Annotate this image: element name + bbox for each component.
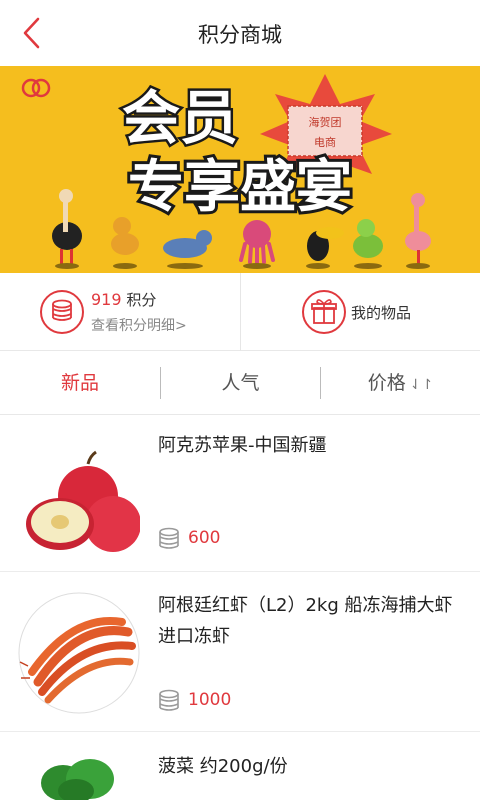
coin-stack-icon [40,290,84,334]
product-name: 菠菜 约200g/份 [158,756,288,777]
gift-icon [302,290,346,334]
product-price: 1000 [188,690,232,710]
points-panel[interactable]: 919 积分 查看积分明细> [0,273,240,351]
product-image-apple [18,434,140,556]
tab-price[interactable]: 价格 ⇃↾ [321,351,480,415]
product-image-spinach [18,753,140,800]
promo-banner[interactable]: Ce 海贺团 电商 会员 专享盛宴 [0,66,480,273]
product-name: 阿根廷红虾（L2）2kg 船冻海捕大虾 进口冻虾 [158,595,453,647]
tab-new[interactable]: 新品 [0,351,160,415]
burst-text-1: 海贺团 [309,115,342,129]
points-balance: 919 积分 [91,289,156,310]
product-item[interactable]: 阿克苏苹果-中国新疆 600 [0,416,480,572]
product-item[interactable]: 菠菜 约200g/份 [0,733,480,800]
product-image-shrimp [18,592,140,714]
product-price: 600 [188,528,221,548]
my-items-panel[interactable]: 我的物品 [241,273,480,351]
burst-text-2: 电商 [314,135,336,149]
page-title: 积分商城 [198,23,282,47]
sort-arrows-icon: ⇃↾ [409,377,434,393]
points-unit: 积分 [126,291,157,309]
tab-popular[interactable]: 人气 [161,351,320,415]
points-value: 919 [91,290,122,309]
account-summary: 919 积分 查看积分明细> 我的物品 [0,273,480,351]
coin-stack-icon [159,689,179,711]
coin-stack-icon [159,527,179,549]
brand-logo: Ce [21,78,51,98]
banner-title-1: 会员 [122,84,238,152]
tab-price-label: 价格 [367,372,406,394]
sort-tabs: 新品 人气 价格 ⇃↾ [0,351,480,415]
product-name: 阿克苏苹果-中国新疆 [158,435,327,456]
banner-title-2: 专享盛宴 [128,155,352,220]
product-item[interactable]: 阿根廷红虾（L2）2kg 船冻海捕大虾 进口冻虾 1000 [0,572,480,732]
points-detail-link[interactable]: 查看积分明细> [91,315,187,335]
my-items-label: 我的物品 [351,304,412,322]
top-bar: 积分商城 [0,0,480,66]
